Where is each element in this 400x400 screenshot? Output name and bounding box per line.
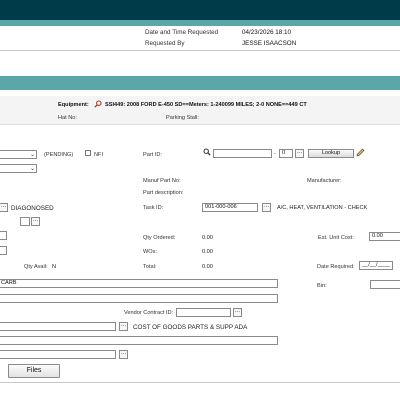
task-id-input[interactable]: 001-000-006 xyxy=(202,203,258,212)
nfi-checkbox[interactable] xyxy=(85,150,91,156)
task-description: A/C, HEAT, VENTILATION - CHECK xyxy=(277,205,368,211)
manuf-part-label: Manuf Part No: xyxy=(143,178,181,184)
part-id-suffix-lookup-button[interactable]: ... xyxy=(295,149,304,158)
notes-field[interactable] xyxy=(0,336,278,345)
wos-label: WOs: xyxy=(143,249,157,255)
date-required-input[interactable]: __/__/____ xyxy=(359,261,393,270)
hat-no-label: Hat No: xyxy=(58,115,77,121)
unit-cost-label: Est. Unit Cost: xyxy=(318,235,354,241)
left-field-lookup-button[interactable]: ... xyxy=(31,217,40,226)
magnifier-icon[interactable] xyxy=(94,100,102,108)
pencil-icon[interactable] xyxy=(356,148,365,157)
chevron-down-icon: ⌄ xyxy=(29,166,35,172)
secondary-select[interactable]: ⌄ xyxy=(0,164,37,173)
account-description: COST OF GOODS PARTS & SUPP ADA xyxy=(133,324,248,331)
requested-by-value: JESSE ISAACSON xyxy=(242,40,297,47)
app-top-bar xyxy=(0,0,400,20)
diagnosis-text: DIAGONOSED xyxy=(11,205,54,212)
task-id-lookup-button[interactable]: ... xyxy=(262,203,271,212)
header-divider xyxy=(0,50,400,51)
status-text: (PENDING) xyxy=(44,152,74,158)
requested-by-label: Requested By xyxy=(145,40,185,47)
account-input[interactable] xyxy=(0,322,116,331)
qty-avail-label: Qty Avail: xyxy=(24,264,48,270)
parking-stall-label: Parking Stall: xyxy=(166,115,199,121)
vendor-contract-input[interactable] xyxy=(176,308,231,317)
equipment-value: SSI449: 2008 FORD E-450 SD==Meters: 1-24… xyxy=(105,102,307,108)
bin-input[interactable] xyxy=(370,280,400,289)
bin-label: Bin: xyxy=(317,283,327,289)
left-field-2[interactable] xyxy=(0,246,7,255)
footer-divider xyxy=(0,382,400,383)
vendor-contract-label: Vendor Contract ID: xyxy=(124,310,174,316)
section-band xyxy=(0,76,400,90)
status-select[interactable]: ⌄ xyxy=(0,150,37,159)
carb-text: CARB xyxy=(1,280,17,286)
part-id-label: Part ID: xyxy=(143,152,162,158)
qty-avail-value: N xyxy=(52,264,57,270)
account-lookup-button[interactable]: ... xyxy=(119,322,128,331)
date-requested-label: Date and Time Requested xyxy=(145,29,219,36)
lookup-button[interactable]: Lookup xyxy=(308,149,354,158)
carb-field[interactable]: CARB xyxy=(0,279,278,288)
extra-lookup-button[interactable]: ... xyxy=(119,350,128,359)
qty-ordered-value: 0.00 xyxy=(202,235,213,241)
part-id-input[interactable] xyxy=(213,149,272,158)
extra-input[interactable] xyxy=(0,350,116,359)
diagnosis-lookup-button[interactable]: ... xyxy=(0,203,8,212)
total-value: 0.00 xyxy=(202,264,213,270)
part-id-suffix-input[interactable]: 0 xyxy=(279,149,293,158)
task-id-label: Task ID: xyxy=(143,205,164,211)
manufacturer-label: Manufacturer: xyxy=(307,178,342,184)
total-label: Total: xyxy=(143,264,157,270)
part-id-dash: - xyxy=(274,151,276,157)
left-field-1[interactable] xyxy=(0,231,7,240)
header-accent-band xyxy=(0,20,400,26)
nfi-label: NFI xyxy=(94,152,104,158)
part-description-label: Part description: xyxy=(143,190,184,196)
qty-ordered-label: Qty Ordered: xyxy=(143,235,176,241)
wos-value: 0.00 xyxy=(202,249,213,255)
search-icon[interactable] xyxy=(203,148,211,156)
date-requested-value: 04/23/2026 18:10 xyxy=(242,29,292,36)
equipment-label: Equipment: xyxy=(58,102,89,108)
chevron-down-icon: ⌄ xyxy=(29,152,35,158)
description-field[interactable] xyxy=(0,294,278,303)
files-button[interactable]: Files xyxy=(8,364,60,378)
vendor-contract-lookup-button[interactable]: ... xyxy=(233,308,242,317)
left-field-3[interactable] xyxy=(20,217,30,226)
date-required-label: Date Required: xyxy=(317,264,355,270)
unit-cost-input[interactable]: 0.00 xyxy=(369,232,400,241)
